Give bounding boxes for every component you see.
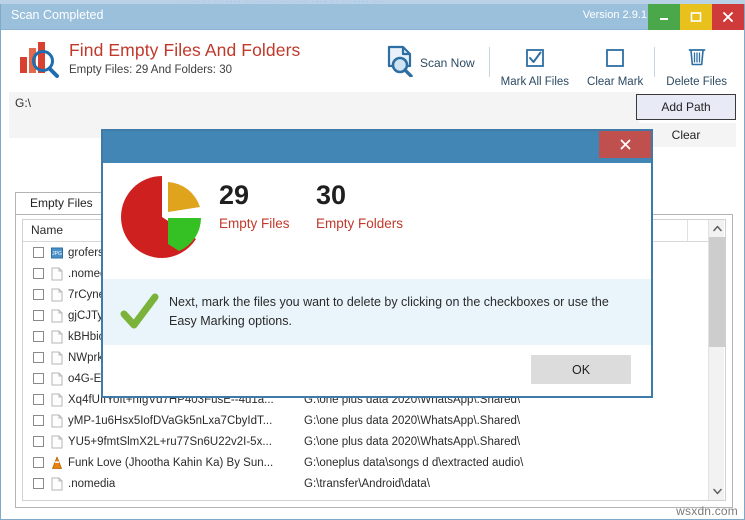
delete-files-button[interactable]: Delete Files bbox=[657, 38, 736, 88]
row-checkbox[interactable] bbox=[33, 268, 44, 279]
row-file-name: .nomedia bbox=[68, 477, 116, 490]
blank-file-icon bbox=[51, 267, 63, 281]
row-file-name: Funk Love (Jhootha Kahin Ka) By Sun... bbox=[68, 456, 274, 469]
jpg-file-icon: JPG bbox=[51, 246, 63, 260]
toolbar-divider bbox=[488, 47, 490, 77]
row-checkbox[interactable] bbox=[33, 289, 44, 300]
app-logo-icon bbox=[19, 40, 61, 80]
chevron-up-icon bbox=[712, 225, 722, 232]
green-check-icon bbox=[119, 292, 159, 332]
summary-pie-chart bbox=[121, 174, 207, 260]
blank-file-icon bbox=[51, 330, 63, 344]
table-row[interactable]: YU5+9fmtSlmX2L+ru77Sn6U22v2I-5x... G:\one… bbox=[23, 431, 725, 452]
mark-all-files-label: Mark All Files bbox=[500, 76, 570, 88]
toolbar: Scan Now Mark All Files Clear Mark Delet… bbox=[377, 36, 736, 88]
blank-file-icon bbox=[51, 414, 63, 428]
empty-files-count: 29 bbox=[219, 180, 250, 210]
chevron-down-icon bbox=[712, 488, 722, 495]
checked-checkbox-icon bbox=[525, 48, 545, 73]
row-checkbox[interactable] bbox=[33, 436, 44, 447]
clear-mark-label: Clear Mark bbox=[587, 76, 644, 88]
app-header: Find Empty Files And Folders Empty Files… bbox=[1, 30, 744, 92]
row-checkbox[interactable] bbox=[33, 394, 44, 405]
trash-icon bbox=[687, 46, 707, 73]
row-checkbox[interactable] bbox=[33, 478, 44, 489]
vlc-media-icon bbox=[51, 456, 63, 470]
page-title: Find Empty Files And Folders bbox=[69, 40, 301, 60]
toolbar-divider-2 bbox=[654, 47, 656, 77]
table-row[interactable]: Funk Love (Jhootha Kahin Ka) By Sun... G:… bbox=[23, 452, 725, 473]
scan-result-dialog: 29 Empty Files 30 Empty Folders Next, ma… bbox=[101, 129, 653, 398]
scan-now-button[interactable]: Scan Now bbox=[377, 38, 487, 88]
row-file-name: yMP-1u6Hsx5IofDVaGk5nLxa7CbyIdT... bbox=[68, 414, 273, 427]
dialog-footer: OK bbox=[103, 345, 651, 396]
tab-strip: Empty Files bbox=[15, 192, 108, 214]
blank-file-icon bbox=[51, 288, 63, 302]
close-icon bbox=[620, 139, 630, 150]
title-bar: Scan Completed Version 2.9.1 bbox=[1, 4, 744, 30]
empty-files-label: Empty Files bbox=[219, 216, 290, 231]
empty-files-stat: 29 Empty Files bbox=[219, 179, 290, 231]
header-subtitle: Empty Files: 29 And Folders: 30 bbox=[69, 64, 232, 76]
column-divider-2[interactable] bbox=[687, 220, 688, 242]
watermark: wsxdn.com bbox=[676, 504, 738, 518]
row-checkbox[interactable] bbox=[33, 415, 44, 426]
brand-block: Find Empty Files And Folders Empty Files… bbox=[19, 40, 300, 80]
row-checkbox[interactable] bbox=[33, 373, 44, 384]
row-file-path: G:\transfer\Android\data\ bbox=[304, 477, 430, 490]
close-button[interactable] bbox=[712, 4, 744, 30]
scroll-down-button[interactable] bbox=[709, 483, 725, 500]
application-window: Scan Completed Version 2.9.1 Find Empty … bbox=[0, 4, 745, 520]
blank-file-icon bbox=[51, 309, 63, 323]
row-file-name: YU5+9fmtSlmX2L+ru77Sn6U22v2I-5x... bbox=[68, 435, 272, 448]
ok-button[interactable]: OK bbox=[531, 355, 631, 384]
blank-file-icon bbox=[51, 393, 63, 407]
maximize-icon bbox=[690, 12, 702, 22]
row-file-path: G:\oneplus data\songs d d\extracted audi… bbox=[304, 456, 524, 469]
dialog-close-button[interactable] bbox=[599, 131, 651, 158]
row-checkbox[interactable] bbox=[33, 331, 44, 342]
row-file-path: G:\one plus data 2020\WhatsApp\.Shared\ bbox=[304, 414, 521, 427]
scroll-thumb[interactable] bbox=[709, 237, 725, 347]
empty-checkbox-icon bbox=[605, 48, 625, 73]
delete-files-label: Delete Files bbox=[666, 76, 727, 88]
minimize-icon bbox=[660, 18, 668, 20]
scroll-up-button[interactable] bbox=[709, 220, 725, 237]
tab-empty-files[interactable]: Empty Files bbox=[15, 192, 108, 214]
column-header-name[interactable]: Name bbox=[31, 223, 63, 237]
empty-folders-stat: 30 Empty Folders bbox=[316, 179, 403, 231]
close-icon bbox=[723, 12, 733, 22]
minimize-button[interactable] bbox=[648, 4, 680, 30]
table-row[interactable]: yMP-1u6Hsx5IofDVaGk5nLxa7CbyIdT... G:\one… bbox=[23, 410, 725, 431]
dialog-notice: Next, mark the files you want to delete … bbox=[103, 279, 651, 345]
row-checkbox[interactable] bbox=[33, 457, 44, 468]
row-checkbox[interactable] bbox=[33, 310, 44, 321]
blank-file-icon bbox=[51, 351, 63, 365]
scan-now-label: Scan Now bbox=[419, 56, 475, 70]
window-title: Scan Completed bbox=[11, 8, 104, 22]
row-checkbox[interactable] bbox=[33, 352, 44, 363]
empty-folders-label: Empty Folders bbox=[316, 216, 404, 231]
row-checkbox[interactable] bbox=[33, 247, 44, 258]
version-label: Version 2.9.1 bbox=[582, 9, 647, 21]
dialog-title-bar bbox=[103, 131, 651, 163]
clear-mark-button[interactable]: Clear Mark bbox=[578, 38, 652, 88]
scan-now-icon bbox=[386, 45, 416, 82]
row-file-path: G:\one plus data 2020\WhatsApp\.Shared\ bbox=[304, 435, 521, 448]
mark-all-files-button[interactable]: Mark All Files bbox=[492, 38, 578, 88]
blank-file-icon bbox=[51, 435, 63, 449]
dialog-summary: 29 Empty Files 30 Empty Folders bbox=[103, 163, 651, 279]
add-path-button[interactable]: Add Path bbox=[636, 94, 736, 120]
blank-file-icon bbox=[51, 372, 63, 386]
svg-text:JPG: JPG bbox=[52, 251, 62, 257]
empty-folders-count: 30 bbox=[316, 180, 347, 210]
table-row[interactable]: .nomedia G:\transfer\Android\data\ bbox=[23, 473, 725, 494]
dialog-notice-text: Next, mark the files you want to delete … bbox=[169, 295, 609, 328]
vertical-scrollbar[interactable] bbox=[708, 220, 725, 500]
brand-text: Find Empty Files And Folders Empty Files… bbox=[69, 40, 300, 78]
blank-file-icon bbox=[51, 477, 63, 491]
maximize-button[interactable] bbox=[680, 4, 712, 30]
